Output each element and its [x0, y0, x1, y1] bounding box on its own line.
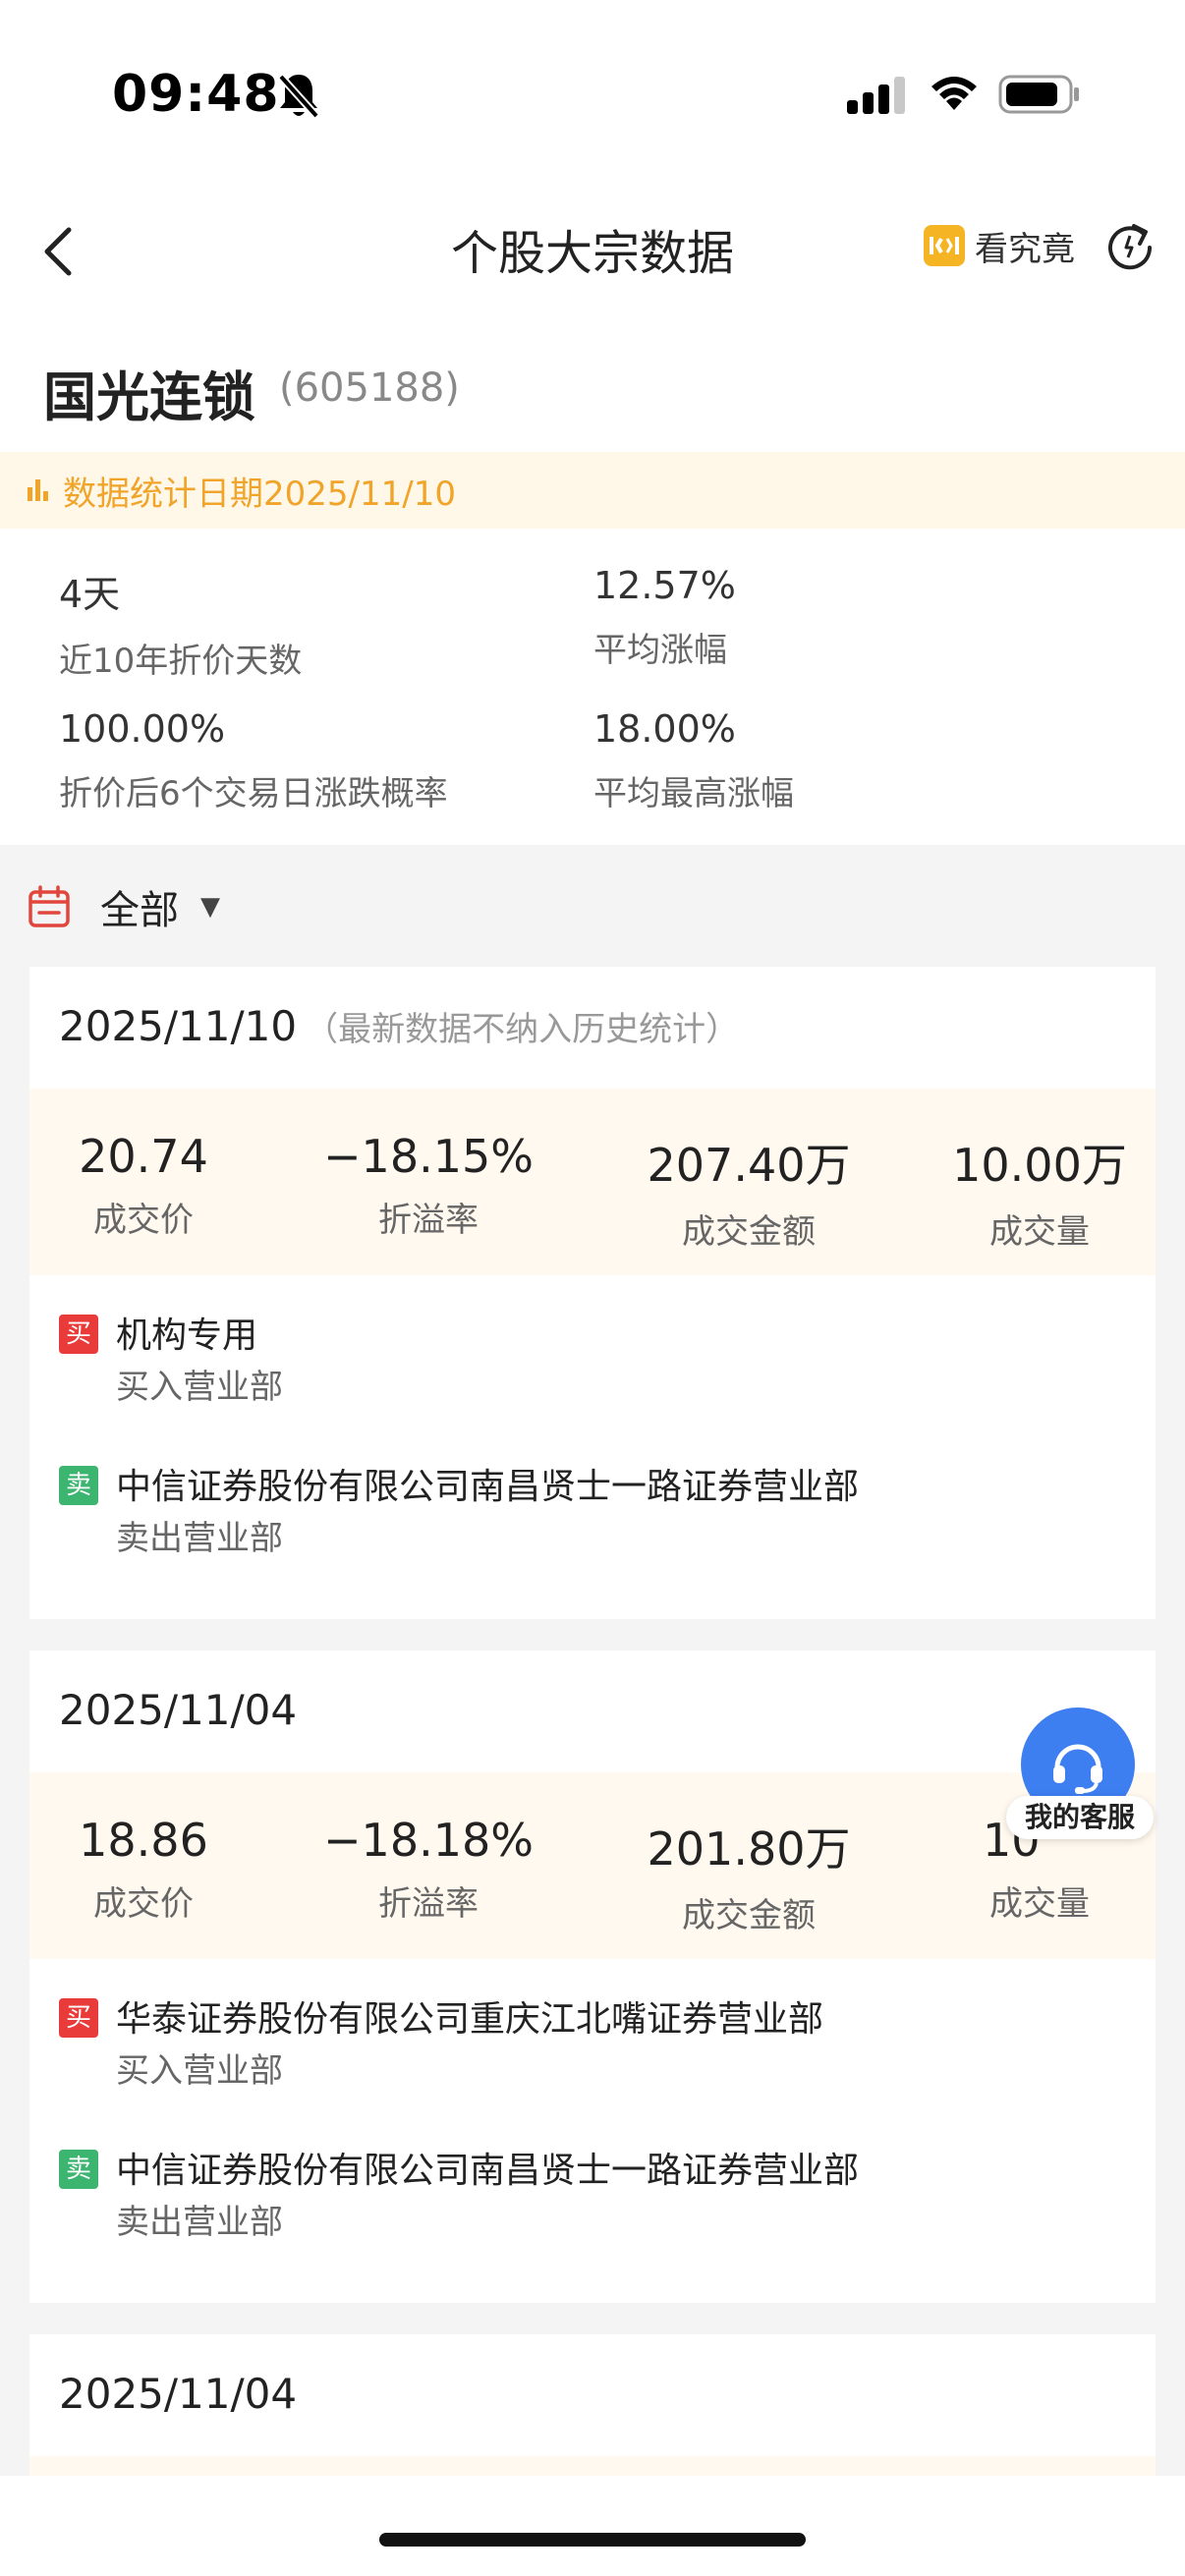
metric-value: −18.15% [323, 1130, 534, 1183]
refresh-icon[interactable] [1104, 220, 1156, 271]
sell-tag: 卖 [59, 1466, 98, 1505]
bell-muted-icon [278, 74, 319, 119]
stat-label: 折价后6个交易日涨跌概率 [59, 774, 448, 813]
sell-tag: 卖 [59, 2150, 98, 2189]
metric-premium-rate: −18.18% 折溢率 [310, 1814, 546, 1925]
block-trade-card: 2025/11/04 18.86 成交价 −18.18% 折溢率 201.80万… [29, 1651, 1156, 2303]
metric-value: 207.40万 [647, 1139, 851, 1192]
sell-seat-role: 卖出营业部 [116, 2203, 283, 2242]
card-date-line: 2025/11/04 [59, 1686, 297, 1734]
stat-value: 4天 [59, 573, 121, 616]
home-indicator[interactable] [379, 2533, 806, 2547]
sell-seat-name: 中信证券股份有限公司南昌贤士一路证券营业部 [116, 1467, 860, 1507]
kanjiujing-label: 看究竟 [975, 229, 1075, 269]
card-date-line: 2025/11/10 （最新数据不纳入历史统计） [59, 1002, 739, 1050]
stat-value: 100.00% [59, 707, 226, 751]
stat-value: 18.00% [593, 707, 736, 751]
metric-value: 10.00万 [952, 1139, 1127, 1192]
card-date: 2025/11/04 [59, 1686, 298, 1734]
metric-label: 成交量 [989, 1212, 1090, 1252]
metrics-band: 20.74 成交价 −18.15% 折溢率 207.40万 成交金额 10.00… [29, 1089, 1156, 1275]
card-date-line: 2025/11/04 [59, 2370, 297, 2418]
filter-label: 全部 [100, 888, 179, 933]
status-bar: 09:48 [0, 0, 1185, 167]
metric-value: −18.18% [323, 1814, 534, 1867]
metric-amount: 201.80万 成交金额 [631, 1814, 867, 1936]
stat-date-banner: 数据统计日期2025/11/10 [0, 452, 1185, 529]
stat-label: 平均最高涨幅 [593, 774, 794, 813]
date-filter-dropdown[interactable]: 全部 ▼ [0, 863, 1185, 951]
card-date: 2025/11/04 [59, 2370, 298, 2418]
stock-header: 国光连锁 (605188) [0, 324, 1185, 452]
stat-label: 近10年折价天数 [59, 642, 303, 681]
stock-code: (605188) [279, 365, 460, 411]
wifi-icon [931, 77, 977, 110]
stat-date-text: 数据统计日期2025/11/10 [63, 474, 456, 514]
stats-panel: 4天 近10年折价天数 12.57% 平均涨幅 100.00% 折价后6个交易日… [0, 529, 1185, 845]
stat-up-probability: 100.00% 折价后6个交易日涨跌概率 [59, 707, 448, 814]
block-trade-card: 2025/11/04 [29, 2334, 1156, 2476]
sell-seat-name: 中信证券股份有限公司南昌贤士一路证券营业部 [116, 2151, 860, 2191]
kanjiujing-logo-icon [924, 225, 965, 266]
card-date: 2025/11/10 [59, 1002, 298, 1050]
buy-seat-role: 买入营业部 [116, 1368, 283, 1407]
bar-chart-icon [28, 479, 48, 501]
metric-premium-rate: −18.15% 折溢率 [310, 1130, 546, 1241]
metric-label: 成交金额 [682, 1212, 816, 1252]
stock-name: 国光连锁 [43, 366, 255, 428]
metric-volume: 10.00万 成交量 [922, 1130, 1157, 1253]
card-note: （最新数据不纳入历史统计） [305, 1010, 740, 1049]
metric-label: 成交价 [93, 1201, 194, 1240]
block-trade-card: 2025/11/10 （最新数据不纳入历史统计） 20.74 成交价 −18.15… [29, 967, 1156, 1619]
buy-seat-name: 机构专用 [116, 1316, 258, 1356]
buy-seat-name: 华泰证券股份有限公司重庆江北嘴证券营业部 [116, 1999, 824, 2040]
metric-label: 成交金额 [682, 1896, 816, 1935]
kanjiujing-button[interactable]: 看究竟 [924, 224, 1075, 269]
calendar-icon [28, 885, 70, 927]
metrics-band [29, 2456, 1156, 2476]
bottom-safe-area [0, 2476, 1185, 2576]
stat-avg-gain: 12.57% 平均涨幅 [593, 564, 736, 671]
customer-service-label: 我的客服 [1006, 1796, 1154, 1839]
metric-label: 折溢率 [378, 1884, 479, 1924]
stat-avg-max-gain: 18.00% 平均最高涨幅 [593, 707, 794, 814]
sell-seat-role: 卖出营业部 [116, 1519, 283, 1558]
caret-down-icon: ▼ [200, 892, 220, 922]
page: 09:48 个股大宗数据 看究竟 国光连锁 (605188) 数据统计日期202… [0, 0, 1185, 2576]
stat-discount-days: 4天 近10年折价天数 [59, 564, 302, 682]
metrics-band: 18.86 成交价 −18.18% 折溢率 201.80万 成交金额 10 成交… [29, 1772, 1156, 1959]
stat-label: 平均涨幅 [593, 631, 727, 670]
metric-label: 折溢率 [378, 1201, 479, 1240]
metric-label: 成交量 [989, 1884, 1090, 1924]
metric-value: 20.74 [79, 1130, 208, 1183]
metric-value: 18.86 [79, 1814, 208, 1867]
buy-tag: 买 [59, 1998, 98, 2038]
nav-header: 个股大宗数据 看究竟 [0, 167, 1185, 324]
battery-icon [998, 75, 1079, 114]
stat-value: 12.57% [593, 564, 736, 607]
metric-value: 201.80万 [647, 1822, 851, 1876]
status-time: 09:48 [112, 65, 280, 124]
metric-label: 成交价 [93, 1884, 194, 1924]
metric-price: 18.86 成交价 [26, 1814, 261, 1925]
cellular-signal-icon [847, 77, 905, 114]
metric-price: 20.74 成交价 [26, 1130, 261, 1241]
metric-amount: 207.40万 成交金额 [631, 1130, 867, 1253]
buy-seat-role: 买入营业部 [116, 2051, 283, 2091]
buy-tag: 买 [59, 1315, 98, 1354]
